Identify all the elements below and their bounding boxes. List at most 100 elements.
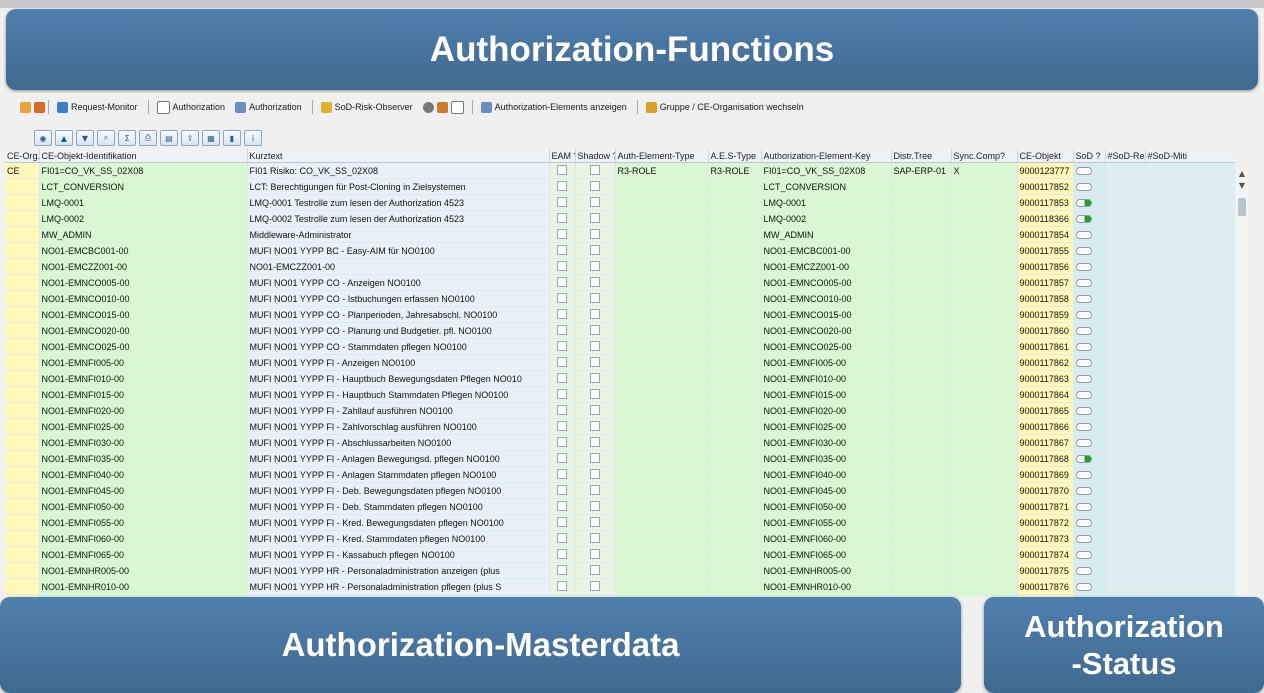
table-row[interactable]: NO01-EMNFI050-00 MUFI NO01 YYPP FI - Deb.…: [5, 498, 1235, 515]
details-icon[interactable]: ◉: [34, 130, 52, 146]
checkbox[interactable]: [557, 388, 567, 399]
checkbox[interactable]: [557, 468, 567, 479]
checkbox[interactable]: [590, 532, 600, 543]
column-header[interactable]: CE-Objekt: [1017, 149, 1074, 163]
checkbox[interactable]: [590, 468, 600, 479]
checkbox[interactable]: [557, 452, 567, 463]
checkbox[interactable]: [557, 324, 567, 335]
checkbox[interactable]: [557, 404, 567, 415]
checkbox[interactable]: [590, 260, 600, 271]
checkbox[interactable]: [590, 372, 600, 383]
request-monitor-button[interactable]: Request-Monitor: [57, 101, 138, 113]
checkbox[interactable]: [557, 500, 567, 511]
sod-risk-observer-button[interactable]: SoD-Risk-Observer: [320, 101, 413, 113]
table-row[interactable]: NO01-EMNFI015-00 MUFI NO01 YYPP FI - Haup…: [5, 386, 1235, 403]
checkbox[interactable]: [557, 484, 567, 495]
find-icon[interactable]: ⌕: [97, 130, 115, 146]
checkbox[interactable]: [590, 340, 600, 351]
checkbox[interactable]: [557, 260, 567, 271]
table-row[interactable]: NO01-EMNFI045-00 MUFI NO01 YYPP FI - Deb.…: [5, 482, 1235, 499]
export-icon[interactable]: ⇪: [181, 130, 199, 146]
checkbox[interactable]: [590, 516, 600, 527]
table-row[interactable]: NO01-EMNCO020-00 MUFI NO01 YYPP CO - Plan…: [5, 322, 1235, 339]
form-icon[interactable]: [450, 100, 464, 114]
eye-icon[interactable]: [422, 101, 434, 113]
checkbox[interactable]: [557, 228, 567, 239]
table-row[interactable]: LCT_CONVERSION LCT: Berechtigungen für Po…: [5, 178, 1235, 195]
checkbox[interactable]: [590, 548, 600, 559]
table-row[interactable]: NO01-EMNFI035-00 MUFI NO01 YYPP FI - Anla…: [5, 450, 1235, 467]
sum-icon[interactable]: Σ: [118, 130, 136, 146]
table-row[interactable]: NO01-EMNHR010-00 MUFI NO01 YYPP HR - Pers…: [5, 578, 1235, 595]
filter-icon[interactable]: ▼: [76, 130, 94, 146]
column-header[interactable]: #SoD-Req: [1105, 149, 1146, 163]
authorization-button[interactable]: Authorization: [156, 100, 225, 114]
checkbox[interactable]: [590, 292, 600, 303]
table-row[interactable]: NO01-EMNCO015-00 MUFI NO01 YYPP CO - Plan…: [5, 306, 1235, 323]
checkbox[interactable]: [590, 212, 600, 223]
person-icon[interactable]: [436, 101, 448, 113]
column-header[interactable]: CE-Org.: [5, 149, 40, 163]
checkbox[interactable]: [557, 308, 567, 319]
checkbox[interactable]: [590, 404, 600, 415]
checkbox[interactable]: [590, 388, 600, 399]
checkbox[interactable]: [590, 580, 600, 591]
table-row[interactable]: NO01-EMNCO005-00 MUFI NO01 YYPP CO - Anze…: [5, 274, 1235, 291]
checkbox[interactable]: [590, 324, 600, 335]
column-header[interactable]: #SoD-Miti: [1145, 149, 1235, 163]
table-row[interactable]: NO01-EMNFI010-00 MUFI NO01 YYPP FI - Haup…: [5, 370, 1235, 387]
checkbox[interactable]: [590, 196, 600, 207]
views-icon[interactable]: ▤: [160, 130, 178, 146]
table-row[interactable]: MW_ADMIN Middleware-Administrator MW_ADMIN…: [5, 226, 1235, 243]
checkbox[interactable]: [557, 564, 567, 575]
checkbox[interactable]: [557, 340, 567, 351]
checkbox[interactable]: [557, 164, 567, 175]
checkbox[interactable]: [590, 420, 600, 431]
table-row[interactable]: NO01-EMNFI040-00 MUFI NO01 YYPP FI - Anla…: [5, 466, 1235, 483]
checkbox[interactable]: [557, 356, 567, 367]
checkbox[interactable]: [590, 228, 600, 239]
checkbox[interactable]: [557, 532, 567, 543]
column-header[interactable]: Distr.Tree: [891, 149, 952, 163]
table-row[interactable]: NO01-EMNFI025-00 MUFI NO01 YYPP FI - Zahl…: [5, 418, 1235, 435]
checkbox[interactable]: [590, 180, 600, 191]
checkbox[interactable]: [557, 180, 567, 191]
checkbox[interactable]: [590, 484, 600, 495]
sort-ascending-icon[interactable]: ▲: [55, 130, 73, 146]
table-row[interactable]: NO01-EMNFI005-00 MUFI NO01 YYPP FI - Anze…: [5, 354, 1235, 371]
checkbox[interactable]: [557, 276, 567, 287]
table-row[interactable]: LMQ-0002 LMQ-0002 Testrolle zum lesen der…: [5, 210, 1235, 227]
checkbox[interactable]: [557, 292, 567, 303]
checkbox[interactable]: [557, 548, 567, 559]
checkbox[interactable]: [557, 372, 567, 383]
column-header[interactable]: CE-Objekt-Identifikation: [39, 149, 248, 163]
layout-select-icon[interactable]: ▦: [202, 130, 220, 146]
column-header[interactable]: A.E.S-Type: [708, 149, 762, 163]
column-header[interactable]: Sync.Comp?: [951, 149, 1018, 163]
authorization-tools-button[interactable]: Authorization: [235, 101, 302, 113]
checkbox[interactable]: [590, 244, 600, 255]
checkbox[interactable]: [590, 500, 600, 511]
checkbox[interactable]: [590, 436, 600, 447]
scroll-thumb[interactable]: [1238, 198, 1246, 216]
table-row[interactable]: NO01-EMNFI065-00 MUFI NO01 YYPP FI - Kass…: [5, 546, 1235, 563]
table-row[interactable]: NO01-EMNFI060-00 MUFI NO01 YYPP FI - Kred…: [5, 530, 1235, 547]
column-header[interactable]: Kurztext: [247, 149, 550, 163]
scroll-up-icon[interactable]: ▲: [1236, 168, 1248, 180]
table-row[interactable]: CE FI01=CO_VK_SS_02X08 FI01 Risiko: CO_VK_…: [5, 162, 1235, 179]
vertical-scrollbar[interactable]: ▲ ▼: [1236, 168, 1248, 596]
column-header[interactable]: Authorization-Element-Key: [761, 149, 892, 163]
checkbox[interactable]: [590, 452, 600, 463]
column-header[interactable]: Auth-Element-Type: [615, 149, 709, 163]
table-row[interactable]: NO01-EMCZZ001-00 NO01-EMCZZ001-00 NO01-EMC…: [5, 258, 1235, 275]
checkbox[interactable]: [557, 196, 567, 207]
layout-icon[interactable]: [20, 101, 31, 113]
column-header[interactable]: Shadow ?: [575, 149, 616, 163]
checkbox[interactable]: [590, 164, 600, 175]
checkbox[interactable]: [557, 420, 567, 431]
checkbox[interactable]: [590, 276, 600, 287]
checkbox[interactable]: [590, 308, 600, 319]
info-icon[interactable]: i: [244, 130, 262, 146]
group-switch-button[interactable]: Gruppe / CE-Organisation wechseln: [645, 101, 804, 113]
checkbox[interactable]: [557, 436, 567, 447]
